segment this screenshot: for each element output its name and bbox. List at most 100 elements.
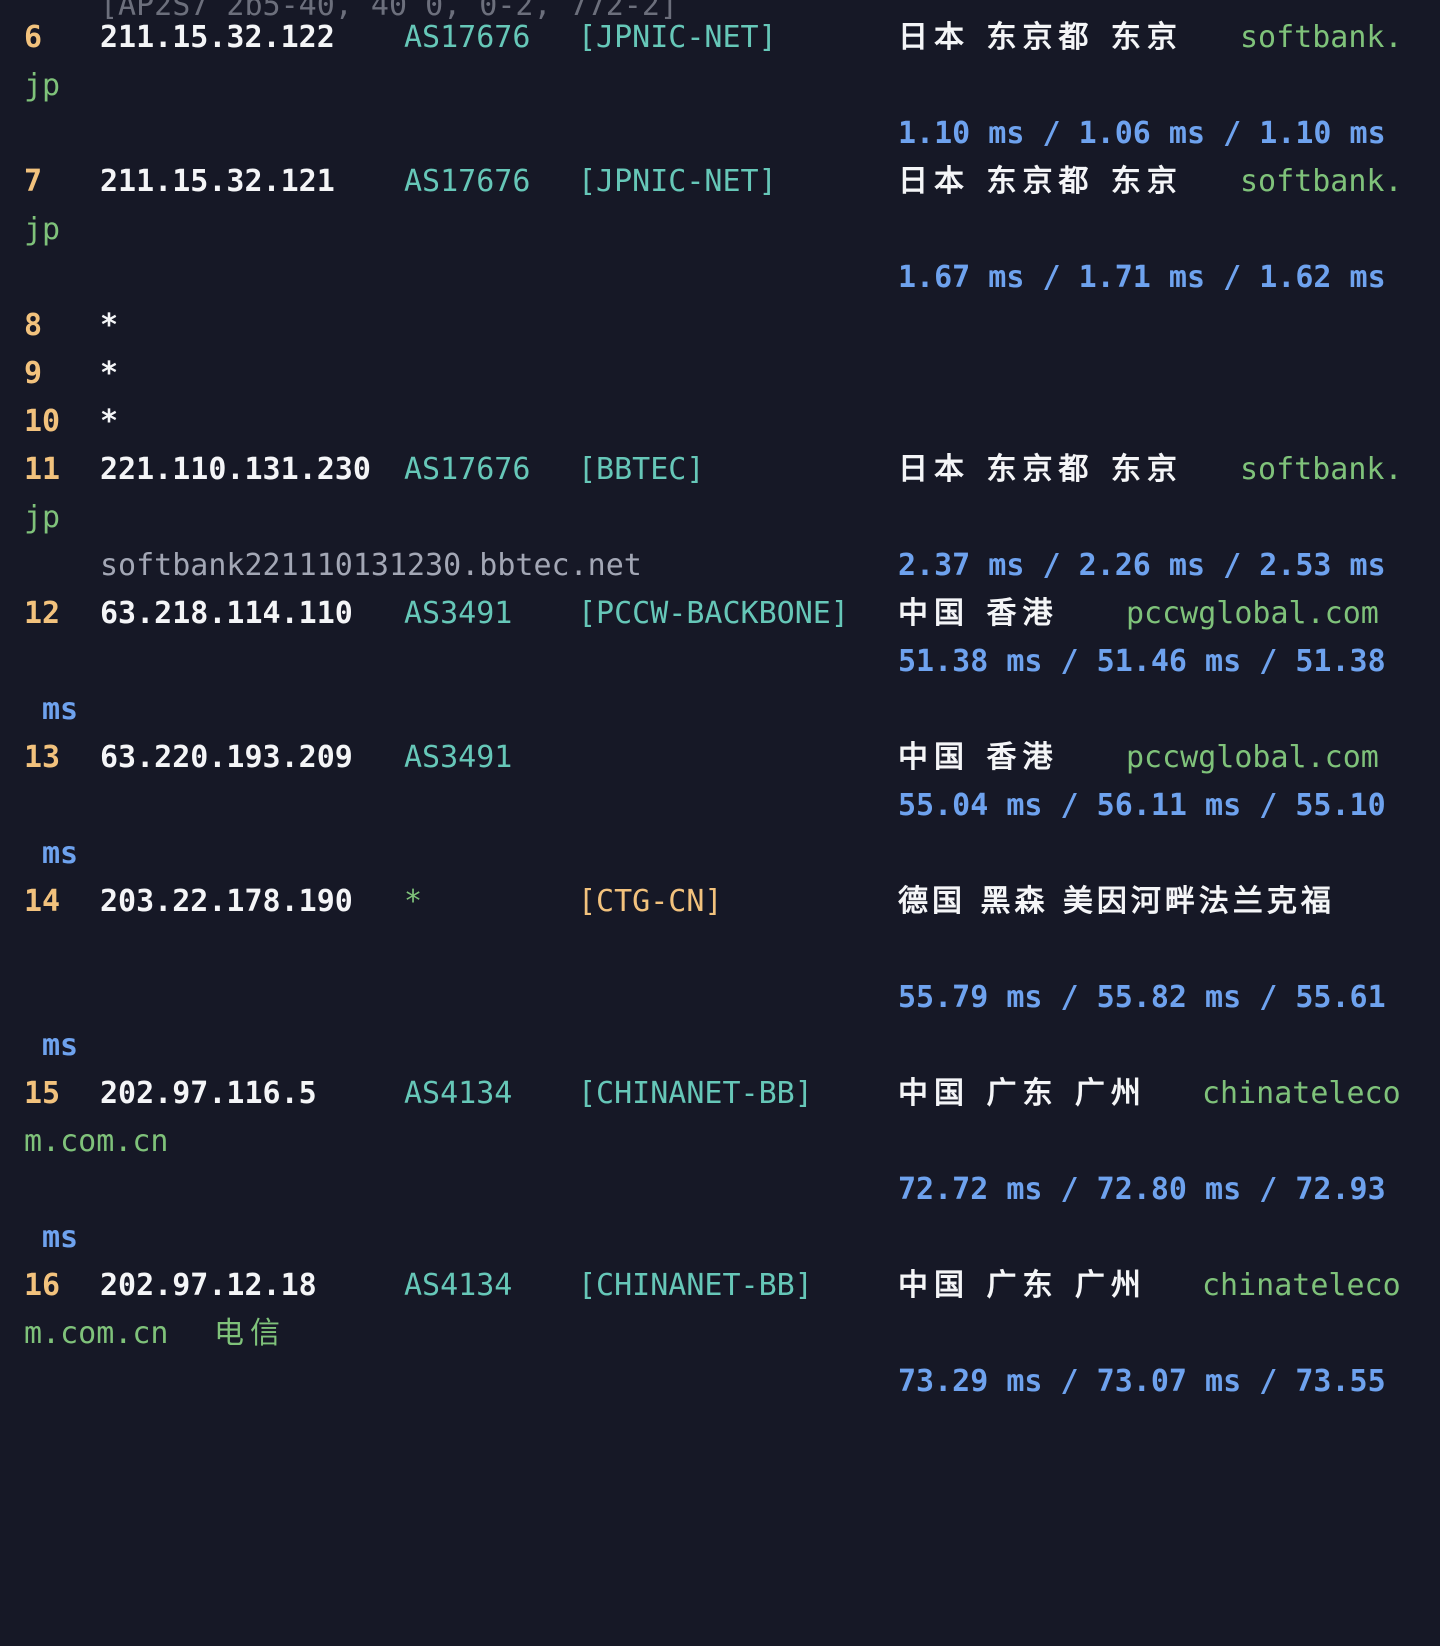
hop-row-10: 10 * <box>0 398 1440 446</box>
hop-asn: AS4134 <box>404 1076 513 1111</box>
hop-isp-wrap: m.com.cn <box>0 1118 1440 1166</box>
hop-reverse-dns: softbank221110131230.bbtec.net <box>100 548 642 583</box>
hop-isp: chinateleco <box>1202 1076 1401 1111</box>
hop-isp-wrap: jp <box>0 62 1440 110</box>
hop-ip: 202.97.12.18 <box>100 1268 317 1303</box>
hop-location: 中国 香港 <box>898 596 1059 631</box>
hop-number: 6 <box>24 20 43 55</box>
hop-number: 14 <box>24 884 61 919</box>
hop-network: [JPNIC-NET] <box>578 164 777 199</box>
hop-ip: 203.22.178.190 <box>100 884 353 919</box>
hop-asn: * <box>404 884 423 919</box>
hop-location: 日本 东京都 东京 <box>898 164 1183 199</box>
hop-row-8: 8 * <box>0 302 1440 350</box>
hop-isp-continued: jp <box>24 500 61 535</box>
hop-isp: softbank. <box>1240 164 1403 199</box>
hop-row-16: 16 202.97.12.18 AS4134 [CHINANET-BB] 中国 … <box>0 1262 1440 1310</box>
hop-rtt: 55.04 ms / 56.11 ms / 55.10 <box>898 788 1386 823</box>
hop-rtt: 73.29 ms / 73.07 ms / 73.55 <box>898 1364 1386 1399</box>
hop-rtt-continued: ms <box>42 1028 79 1063</box>
hop-network: [BBTEC] <box>578 452 705 487</box>
hop-rtt-continued: ms <box>42 692 79 727</box>
hop-location: 德国 黑森 美因河畔法兰克福 <box>898 884 1335 919</box>
hop-rdns-line: softbank221110131230.bbtec.net 2.37 ms /… <box>0 542 1440 590</box>
hop-network: [PCCW-BACKBONE] <box>578 596 849 631</box>
hop-location: 日本 东京都 东京 <box>898 452 1183 487</box>
hop-timeout-star: * <box>100 404 119 439</box>
hop-rtt-line: 72.72 ms / 72.80 ms / 72.93 <box>0 1166 1440 1214</box>
hop-asn: AS3491 <box>404 740 513 775</box>
hop-rtt: 2.37 ms / 2.26 ms / 2.53 ms <box>898 548 1386 583</box>
hop-timeout-star: * <box>100 308 119 343</box>
hop-network: [CHINANET-BB] <box>578 1268 813 1303</box>
hop-number: 13 <box>24 740 61 775</box>
hop-rtt-continued: ms <box>42 1220 79 1255</box>
hop-isp-wrap: jp <box>0 206 1440 254</box>
hop-ip: 63.218.114.110 <box>100 596 353 631</box>
hop-asn: AS17676 <box>404 452 531 487</box>
hop-rtt-continued: ms <box>42 836 79 871</box>
hop-number: 10 <box>24 404 61 439</box>
hop-rtt-wrap: ms <box>0 686 1440 734</box>
hop-network: [CTG-CN] <box>578 884 723 919</box>
hop-location: 日本 东京都 东京 <box>898 20 1183 55</box>
hop-rtt: 72.72 ms / 72.80 ms / 72.93 <box>898 1172 1386 1207</box>
hop-rtt-line: 51.38 ms / 51.46 ms / 51.38 <box>0 638 1440 686</box>
hop-row-12: 12 63.218.114.110 AS3491 [PCCW-BACKBONE]… <box>0 590 1440 638</box>
hop-location: 中国 广东 广州 <box>898 1076 1147 1111</box>
hop-timeout-star: * <box>100 356 119 391</box>
hop-row-15: 15 202.97.116.5 AS4134 [CHINANET-BB] 中国 … <box>0 1070 1440 1118</box>
hop-isp: softbank. <box>1240 20 1403 55</box>
hop-rtt-line: 1.67 ms / 1.71 ms / 1.62 ms <box>0 254 1440 302</box>
hop-rtt-line: 1.10 ms / 1.06 ms / 1.10 ms <box>0 110 1440 158</box>
hop-ip: 202.97.116.5 <box>100 1076 317 1111</box>
hop-number: 15 <box>24 1076 61 1111</box>
hop-row-13: 13 63.220.193.209 AS3491 中国 香港 pccwgloba… <box>0 734 1440 782</box>
hop-network: [CHINANET-BB] <box>578 1076 813 1111</box>
hop-row-11: 11 221.110.131.230 AS17676 [BBTEC] 日本 东京… <box>0 446 1440 494</box>
hop-rtt-line: 55.04 ms / 56.11 ms / 55.10 <box>0 782 1440 830</box>
hop-rtt: 1.10 ms / 1.06 ms / 1.10 ms <box>898 116 1386 151</box>
hop-network: [JPNIC-NET] <box>578 20 777 55</box>
hop-isp: pccwglobal.com <box>1126 596 1379 631</box>
hop-asn: AS4134 <box>404 1268 513 1303</box>
hop-ip: 211.15.32.121 <box>100 164 335 199</box>
hop-isp-wrap: jp <box>0 494 1440 542</box>
hop-isp-continued: m.com.cn <box>24 1124 169 1159</box>
hop-location: 中国 香港 <box>898 740 1059 775</box>
hop-isp-continued: jp <box>24 212 61 247</box>
hop-row-9: 9 * <box>0 350 1440 398</box>
hop-rtt-wrap: ms <box>0 830 1440 878</box>
hop-isp-continued: jp <box>24 68 61 103</box>
hop-row-14: 14 203.22.178.190 * [CTG-CN] 德国 黑森 美因河畔法… <box>0 878 1440 926</box>
hop-isp-extra: 电信 <box>214 1316 286 1351</box>
hop-ip: 211.15.32.122 <box>100 20 335 55</box>
hop-number: 16 <box>24 1268 61 1303</box>
hop-rtt: 1.67 ms / 1.71 ms / 1.62 ms <box>898 260 1386 295</box>
hop-isp: chinateleco <box>1202 1268 1401 1303</box>
hop-isp-continued: m.com.cn <box>24 1316 169 1351</box>
hop-rtt: 51.38 ms / 51.46 ms / 51.38 <box>898 644 1386 679</box>
hop-number: 7 <box>24 164 43 199</box>
hop-ip: 63.220.193.209 <box>100 740 353 775</box>
terminal-output: [AP2S7 2b5-40, 40 0, 0-2, 772-2] 6 211.1… <box>0 0 1440 1409</box>
hop-row-6: 6 211.15.32.122 AS17676 [JPNIC-NET] 日本 东… <box>0 14 1440 62</box>
hop-rtt: 55.79 ms / 55.82 ms / 55.61 <box>898 980 1386 1015</box>
hop-number: 12 <box>24 596 61 631</box>
hop-rtt-line: 73.29 ms / 73.07 ms / 73.55 <box>0 1358 1440 1406</box>
hop-rtt-line: 55.79 ms / 55.82 ms / 55.61 <box>0 974 1440 1022</box>
hop-isp: pccwglobal.com <box>1126 740 1379 775</box>
hop-ip: 221.110.131.230 <box>100 452 371 487</box>
hop-number: 11 <box>24 452 61 487</box>
hop-asn: AS17676 <box>404 20 531 55</box>
hop-asn: AS3491 <box>404 596 513 631</box>
hop-asn: AS17676 <box>404 164 531 199</box>
hop-rtt-wrap: ms <box>0 1022 1440 1070</box>
hop-row-7: 7 211.15.32.121 AS17676 [JPNIC-NET] 日本 东… <box>0 158 1440 206</box>
hop-isp-wrap: m.com.cn 电信 <box>0 1310 1440 1358</box>
hop-number: 8 <box>24 308 43 343</box>
hop-location: 中国 广东 广州 <box>898 1268 1147 1303</box>
hop-rtt-wrap: ms <box>0 1214 1440 1262</box>
hop-number: 9 <box>24 356 43 391</box>
hop-isp: softbank. <box>1240 452 1403 487</box>
